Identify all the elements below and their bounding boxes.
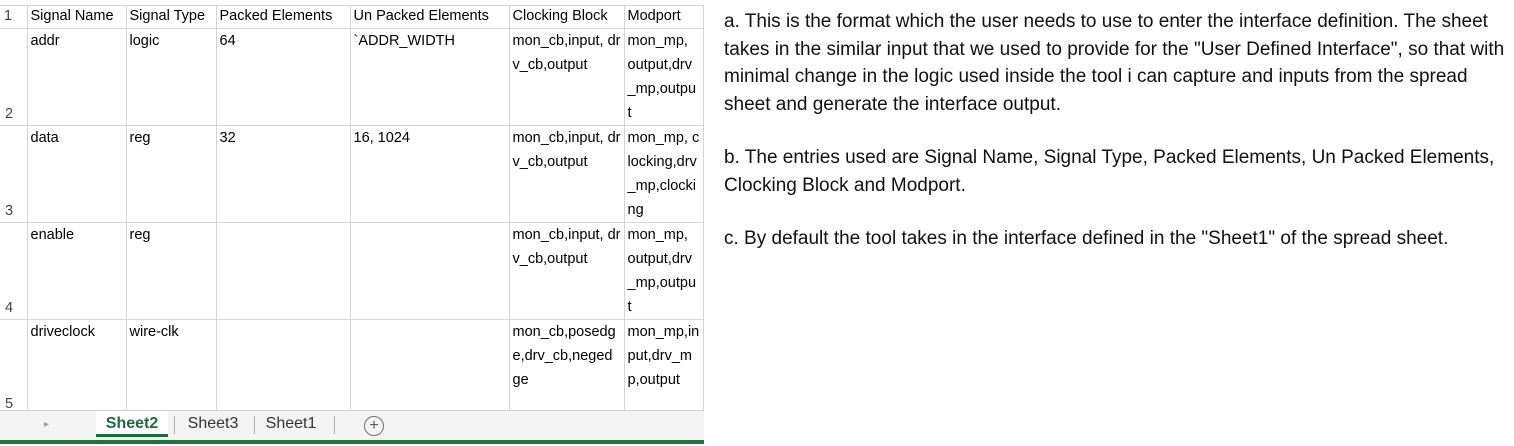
row-number: 2 [0,28,28,126]
header-cell[interactable]: Packed Elements [215,5,351,29]
row-number: 1 [0,5,28,29]
table-row: 5 driveclock wire-clk mon_cb,posedge,drv… [0,319,704,416]
cell[interactable] [215,319,351,416]
cell[interactable]: 64 [215,28,351,126]
note-a: a. This is the format which the user nee… [724,11,1505,115]
cell[interactable]: mon_mp, output,drv_mp,output [623,222,704,320]
cell[interactable]: mon_mp, output,drv_mp,output [623,28,704,126]
table-row: 3 data reg 32 16, 1024 mon_cb,input, drv… [0,125,704,223]
cell[interactable]: mon_cb,input, drv_cb,output [508,28,625,126]
cell[interactable]: mon_cb,posedge,drv_cb,negedge [508,319,625,416]
header-cell[interactable]: Clocking Block [508,5,625,29]
header-row: 1 Signal Name Signal Type Packed Element… [0,5,704,29]
scroll-right-arrow-icon[interactable]: ▸ [44,419,49,430]
cell[interactable]: addr [26,28,127,126]
cell[interactable]: data [26,125,127,223]
tab-sheet3[interactable]: Sheet3 [178,411,248,437]
cell[interactable]: driveclock [26,319,127,416]
spreadsheet: 1 Signal Name Signal Type Packed Element… [0,0,704,446]
row-number-label: 2 [5,106,14,122]
row-number: 4 [0,222,28,320]
cell[interactable]: wire-clk [125,319,217,416]
cell[interactable]: reg [125,222,217,320]
note-b: b. The entries used are Signal Name, Sig… [724,147,1495,196]
header-cell[interactable]: Signal Name [26,5,127,29]
cell[interactable]: 16, 1024 [349,125,510,223]
table-row: 2 addr logic 64 `ADDR_WIDTH mon_cb,input… [0,28,704,126]
cell[interactable]: mon_cb,input, drv_cb,output [508,125,625,223]
cell[interactable]: reg [125,125,217,223]
data-grid: 1 Signal Name Signal Type Packed Element… [0,5,704,416]
tab-divider [254,416,255,434]
cell[interactable]: mon_cb,input, drv_cb,output [508,222,625,320]
cell[interactable]: mon_mp,input,drv_mp,output [623,319,704,416]
header-cell[interactable]: Un Packed Elements [349,5,510,29]
status-bar-accent [0,440,704,444]
tab-divider [334,416,335,434]
cell[interactable] [215,222,351,320]
row-number-label: 3 [5,203,14,219]
cell[interactable]: enable [26,222,127,320]
header-cell[interactable]: Signal Type [125,5,217,29]
table-row: 4 enable reg mon_cb,input, drv_cb,output… [0,222,704,320]
cell[interactable] [349,222,510,320]
cell[interactable]: logic [125,28,217,126]
tab-sheet2[interactable]: Sheet2 [96,411,168,437]
cell[interactable]: mon_mp, clocking,drv_mp,clocking [623,125,704,223]
sheet-tab-bar: ▸ Sheet2 Sheet3 Sheet1 + [0,410,704,440]
cell[interactable] [349,319,510,416]
cell[interactable]: 32 [215,125,351,223]
row-number: 5 [0,319,28,416]
tab-divider [174,416,175,434]
add-sheet-button[interactable]: + [364,416,384,436]
header-cell[interactable]: Modport [623,5,704,29]
row-number: 3 [0,125,28,223]
note-c: c. By default the tool takes in the inte… [724,228,1449,249]
row-number-label: 4 [5,300,14,316]
tab-sheet1[interactable]: Sheet1 [258,411,324,437]
cell[interactable]: `ADDR_WIDTH [349,28,510,126]
explanation-notes: a. This is the format which the user nee… [724,8,1514,279]
